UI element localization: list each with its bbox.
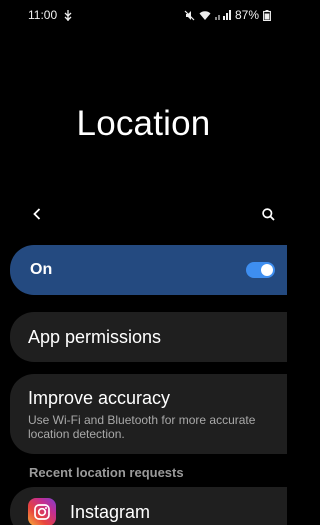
instagram-icon (28, 498, 56, 525)
improve-accuracy-description: Use Wi-Fi and Bluetooth for more accurat… (28, 413, 256, 441)
search-button[interactable] (257, 203, 279, 225)
improve-accuracy-label: Improve accuracy (28, 388, 171, 408)
wifi-icon (199, 10, 211, 21)
location-toggle[interactable] (246, 262, 275, 278)
recent-app-name: Instagram (70, 501, 151, 522)
toolbar (0, 200, 287, 228)
app-permissions-item[interactable]: App permissions (10, 312, 287, 362)
status-bar: 11:00 87% (0, 0, 287, 30)
app-permissions-label: App permissions (28, 326, 162, 347)
toggle-knob (261, 264, 273, 276)
improve-accuracy-item[interactable]: Improve accuracy Use Wi-Fi and Bluetooth… (10, 374, 287, 454)
master-switch-label: On (30, 261, 53, 278)
search-icon (261, 207, 275, 221)
battery-icon (263, 9, 271, 21)
page-title: Location (76, 104, 211, 143)
status-time: 11:00 (28, 8, 58, 22)
battery-percent: 87% (234, 8, 259, 22)
status-left: 11:00 (28, 8, 73, 22)
recent-app-item[interactable]: Instagram (10, 487, 287, 525)
status-right: 87% (184, 8, 271, 22)
back-arrow-icon (32, 207, 42, 221)
signal-icon (214, 10, 231, 20)
back-button[interactable] (26, 203, 48, 225)
location-master-switch[interactable]: On (10, 245, 287, 295)
usb-debug-icon (63, 9, 73, 21)
mute-icon (184, 10, 195, 21)
recent-requests-header: Recent location requests (29, 465, 184, 480)
